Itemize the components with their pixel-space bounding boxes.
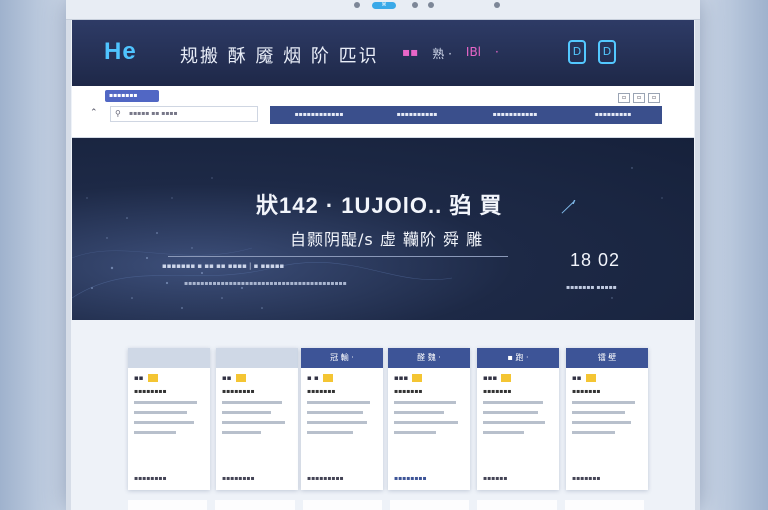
hero-number-label: ▪▪▪▪▪▪▪ ▪▪▪▪▪ bbox=[566, 284, 617, 291]
card-row-next bbox=[128, 500, 644, 510]
card-text: ▪▪▪▪▪▪▪▪ bbox=[222, 388, 255, 395]
card-label: ▪▪ bbox=[222, 374, 232, 382]
card-row: ▪▪ bbox=[128, 368, 210, 382]
hero-title: 狀142 · 1UJOlO.. 驺 買 bbox=[256, 193, 503, 218]
search-input[interactable]: ⚲ ▪▪▪▪▪ ▪▪ ▪▪▪▪ bbox=[110, 106, 258, 122]
card[interactable]: ▪▪ ▪▪▪▪▪▪▪▪ ▪▪▪▪▪▪▪▪ bbox=[128, 348, 210, 490]
tab[interactable]: ▪▪▪▪▪▪▪▪▪▪▪▪ bbox=[270, 106, 368, 124]
close-button[interactable]: ▫ bbox=[648, 93, 660, 103]
header-title: 规搬 酥 魇 烟 阶 匹识 bbox=[180, 46, 379, 67]
card[interactable]: 冠 輸 · ▪ ▪ ▪▪▪▪▪▪▪ ▪▪▪▪▪▪▪▪▪ bbox=[301, 348, 383, 490]
card[interactable]: ▪▪ ▪▪▪▪▪▪▪▪ ▪▪▪▪▪▪▪▪ bbox=[216, 348, 298, 490]
flag-icon bbox=[235, 374, 246, 382]
maximize-button[interactable]: ▫ bbox=[633, 93, 645, 103]
tab[interactable]: ▪▪▪▪▪▪▪▪▪ bbox=[564, 106, 662, 124]
card-header: 镭 壁 bbox=[566, 348, 648, 368]
search-placeholder: ▪▪▪▪▪ ▪▪ ▪▪▪▪ bbox=[129, 110, 178, 117]
card-header: 醛 魏 · bbox=[388, 348, 470, 368]
card-body bbox=[388, 395, 470, 434]
app-header: He 规搬 酥 魇 烟 阶 匹识 ▪▪ 熟 · IBl · D D bbox=[72, 20, 694, 86]
tag-chip[interactable]: ▪▪▪▪▪▪▪ bbox=[105, 90, 159, 102]
back-arrow-icon[interactable]: ⌃ bbox=[90, 108, 98, 118]
card-footer: ▪▪▪▪▪▪▪▪ bbox=[394, 475, 427, 482]
card-header bbox=[128, 348, 210, 368]
tab[interactable]: ▪▪▪▪▪▪▪▪▪▪ bbox=[368, 106, 466, 124]
card-text: ▪▪▪▪▪▪▪ bbox=[307, 388, 336, 395]
hero-mark: ʹ̸ bbox=[570, 198, 575, 217]
app-logo[interactable]: He bbox=[104, 38, 137, 66]
card-body bbox=[216, 395, 298, 434]
flag-icon bbox=[147, 374, 158, 382]
hero-divider bbox=[168, 256, 508, 257]
card-footer: ▪▪▪▪▪▪▪▪ bbox=[222, 475, 255, 482]
hero-number: 18 02 bbox=[570, 250, 621, 270]
card-label: ▪▪ bbox=[572, 374, 582, 382]
bezel-dot bbox=[494, 2, 500, 8]
card[interactable]: 镭 壁 ▪▪ ▪▪▪▪▪▪▪ ▪▪▪▪▪▪▪ bbox=[566, 348, 648, 490]
card[interactable]: 醛 魏 · ▪▪▪ ▪▪▪▪▪▪▪ ▪▪▪▪▪▪▪▪ bbox=[388, 348, 470, 490]
card-body bbox=[128, 395, 210, 434]
bezel-dot bbox=[412, 2, 418, 8]
document-icon[interactable]: D bbox=[568, 40, 586, 64]
hero-banner: 狀142 · 1UJOlO.. 驺 買 自颢阴醍/s 虚 韊阶 舜 雕 ▪▪▪▪… bbox=[72, 138, 694, 320]
card-footer: ▪▪▪▪▪▪ bbox=[483, 475, 508, 482]
card-grid: ▪▪ ▪▪▪▪▪▪▪▪ ▪▪▪▪▪▪▪▪ ▪▪ ▪▪▪▪▪▪▪▪ ▪▪▪▪▪▪▪… bbox=[128, 348, 648, 510]
header-nav-item[interactable]: · bbox=[495, 45, 499, 62]
card-body bbox=[477, 395, 559, 434]
card-label: ▪▪▪ bbox=[394, 374, 409, 382]
card-footer: ▪▪▪▪▪▪▪▪ bbox=[134, 475, 167, 482]
header-nav: ▪▪ 熟 · IBl · bbox=[402, 45, 499, 62]
card-header: 冠 輸 · bbox=[301, 348, 383, 368]
header-icons: D D bbox=[568, 40, 616, 64]
card-text: ▪▪▪▪▪▪▪ bbox=[572, 388, 601, 395]
header-nav-item[interactable]: ▪▪ bbox=[402, 45, 418, 62]
toolbar: ▪▪▪▪▪▪▪ ▫ ▫ ▫ ⌃ ⚲ ▪▪▪▪▪ ▪▪ ▪▪▪▪ ▪▪▪▪▪▪▪▪… bbox=[72, 86, 694, 138]
flag-icon bbox=[585, 374, 596, 382]
header-nav-item[interactable]: IBl bbox=[466, 45, 481, 62]
card[interactable]: ▪ 跑 · ▪▪▪ ▪▪▪▪▪▪▪ ▪▪▪▪▪▪ bbox=[477, 348, 559, 490]
card-text: ▪▪▪▪▪▪▪ bbox=[394, 388, 423, 395]
card-body bbox=[566, 395, 648, 434]
card-row: ▪▪▪ bbox=[477, 368, 559, 382]
card-text: ▪▪▪▪▪▪▪▪ bbox=[134, 388, 167, 395]
minimize-button[interactable]: ▫ bbox=[618, 93, 630, 103]
card-row: ▪▪ bbox=[216, 368, 298, 382]
monitor-bezel: ⌘ bbox=[66, 0, 700, 20]
tab[interactable]: ▪▪▪▪▪▪▪▪▪▪▪ bbox=[466, 106, 564, 124]
card-footer: ▪▪▪▪▪▪▪ bbox=[572, 475, 601, 482]
card-body bbox=[301, 395, 383, 434]
card-header bbox=[216, 348, 298, 368]
search-icon: ⚲ bbox=[115, 109, 121, 118]
card-row: ▪▪▪ bbox=[388, 368, 470, 382]
flag-icon bbox=[501, 374, 512, 382]
flag-icon bbox=[412, 374, 423, 382]
card-header: ▪ 跑 · bbox=[477, 348, 559, 368]
bezel-dot bbox=[354, 2, 360, 8]
card-row: ▪ ▪ bbox=[301, 368, 383, 382]
bezel-dot bbox=[428, 2, 434, 8]
card-label: ▪ ▪ bbox=[307, 374, 319, 382]
card-row: ▪▪ bbox=[566, 368, 648, 382]
hero-meta: ▪▪▪▪▪▪▪ ▪ ▪▪ ▪▪ ▪▪▪▪ | ▪ ▪▪▪▪▪ bbox=[162, 262, 285, 270]
document-icon[interactable]: D bbox=[598, 40, 616, 64]
card-text: ▪▪▪▪▪▪▪ bbox=[483, 388, 512, 395]
header-nav-item[interactable]: 熟 · bbox=[432, 45, 452, 62]
card-footer: ▪▪▪▪▪▪▪▪▪ bbox=[307, 475, 344, 482]
hero-subtitle: 自颢阴醍/s 虚 韊阶 舜 雕 bbox=[290, 230, 484, 249]
card-label: ▪▪▪ bbox=[483, 374, 498, 382]
card-label: ▪▪ bbox=[134, 374, 144, 382]
hero-description: ▪▪▪▪▪▪▪▪▪▪▪▪▪▪▪▪▪▪▪▪▪▪▪▪▪▪▪▪▪▪▪▪▪▪▪▪▪▪▪▪ bbox=[184, 280, 347, 287]
flag-icon bbox=[322, 374, 333, 382]
window-controls: ▫ ▫ ▫ bbox=[618, 93, 660, 103]
bezel-indicator: ⌘ bbox=[372, 2, 396, 9]
tab-bar: ▪▪▪▪▪▪▪▪▪▪▪▪ ▪▪▪▪▪▪▪▪▪▪ ▪▪▪▪▪▪▪▪▪▪▪ ▪▪▪▪… bbox=[270, 106, 662, 124]
